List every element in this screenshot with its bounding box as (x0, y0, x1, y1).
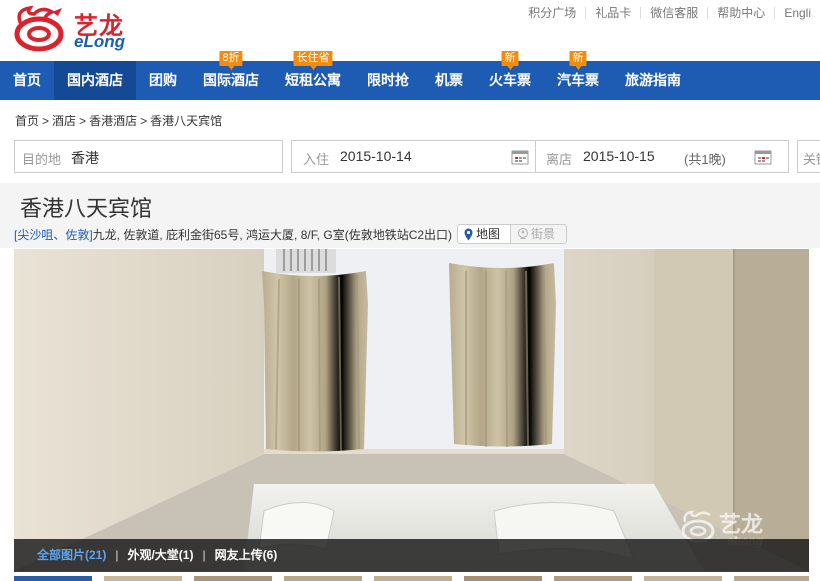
destination-label: 目的地 (22, 152, 62, 167)
destination-value: 香港 (71, 150, 99, 166)
keyword-field[interactable]: 关键 (797, 140, 820, 173)
calendar-icon[interactable] (511, 149, 529, 165)
breadcrumb: 首页 > 酒店 > 香港酒店 > 香港八天宾馆 (15, 112, 222, 129)
nav-train[interactable]: 新火车票 (476, 51, 544, 100)
street-view-label: 街景 (531, 227, 556, 241)
calendar-icon[interactable] (754, 149, 772, 165)
thumbnail[interactable] (14, 576, 92, 581)
nav-flights[interactable]: 机票 (422, 61, 476, 100)
top-links: 积分广场 礼品卡 微信客服 帮助中心 Engli (519, 5, 820, 21)
nav-home[interactable]: 首页 (0, 61, 54, 100)
logo-en-text: eLong (74, 32, 125, 51)
checkout-value: 2015-10-15 (583, 148, 655, 164)
nav-short-rental[interactable]: 长住省 短租公寓 (272, 51, 354, 100)
nav-international-hotels[interactable]: 8折国际酒店 (190, 51, 272, 100)
nav-badge: 长住省 (293, 51, 333, 70)
street-view-button[interactable]: 街景 (511, 224, 567, 244)
nav-label: 国内酒店 (67, 72, 123, 88)
wechat-service-link[interactable]: 微信客服 (640, 7, 707, 19)
thumbnail[interactable] (644, 576, 722, 581)
thumbnail-strip (14, 576, 809, 581)
elong-logo[interactable]: 艺龙 eLong (12, 4, 132, 54)
nights-count: (共1晚) (684, 152, 726, 167)
nav-badge: 新 (501, 51, 519, 70)
street-view-icon (517, 228, 529, 239)
thumbnail[interactable] (374, 576, 452, 581)
thumbnail[interactable] (734, 576, 809, 581)
photo-tab-exterior[interactable]: 外观/大堂(1) (127, 548, 193, 562)
breadcrumb-separator: > (42, 114, 50, 128)
main-nav: 首页 国内酒店 团购 8折 国际酒店 长住省 短租公寓 限时抢 机票 新火车票 新汽… (0, 51, 820, 100)
breadcrumb-separator: > (79, 114, 87, 128)
map-button-label: 地图 (476, 227, 501, 241)
nav-domestic-hotels[interactable]: 国内酒店 (54, 61, 136, 100)
breadcrumb-separator: > (140, 114, 148, 128)
nav-flash-sale[interactable]: 限时抢 (354, 61, 422, 100)
thumbnail[interactable] (284, 576, 362, 581)
nav-label: 火车票 (489, 72, 531, 88)
checkin-label: 入住 (303, 152, 330, 167)
hotel-area-link[interactable]: [尖沙咀、佐敦] (14, 228, 93, 242)
nav-group-buy[interactable]: 团购 (136, 61, 190, 100)
nav-label: 机票 (435, 72, 463, 88)
tab-separator: | (115, 548, 119, 562)
nav-label: 限时抢 (367, 72, 409, 88)
nav-label: 短租公寓 (285, 72, 341, 88)
checkout-field[interactable]: 离店 2015-10-15 (共1晚) (535, 140, 789, 173)
thumbnail[interactable] (464, 576, 542, 581)
checkin-value: 2015-10-14 (340, 148, 412, 164)
nav-travel-guide[interactable]: 旅游指南 (612, 61, 694, 100)
nav-bus[interactable]: 新汽车票 (544, 51, 612, 100)
checkin-field[interactable]: 入住 2015-10-14 (291, 140, 536, 173)
hotel-address: [尖沙咀、佐敦]九龙, 佐敦道, 庇利金街65号, 鸿运大厦, 8/F, G室(… (14, 226, 452, 243)
gift-card-link[interactable]: 礼品卡 (585, 7, 640, 19)
nav-label: 国际酒店 (203, 72, 259, 88)
thumbnail[interactable] (194, 576, 272, 581)
points-mall-link[interactable]: 积分广场 (519, 7, 585, 19)
thumbnail[interactable] (554, 576, 632, 581)
breadcrumb-current: 香港八天宾馆 (150, 114, 223, 128)
top-header: 艺龙 eLong 积分广场 礼品卡 微信客服 帮助中心 Engli (0, 0, 820, 60)
nav-label: 首页 (13, 72, 41, 88)
photo-category-bar: 全部图片(21) | 外观/大堂(1) | 网友上传(6) (14, 539, 809, 572)
photo-tab-user-uploads[interactable]: 网友上传(6) (215, 548, 278, 562)
nav-badge: 新 (569, 51, 587, 70)
thumbnail[interactable] (104, 576, 182, 581)
checkout-label: 离店 (546, 152, 573, 167)
dragon-logo-icon (14, 5, 64, 52)
map-button[interactable]: 地图 (457, 224, 511, 244)
nav-label: 汽车票 (557, 72, 599, 88)
hotel-address-text: 九龙, 佐敦道, 庇利金街65号, 鸿运大厦, 8/F, G室(佐敦地铁站C2出… (92, 228, 453, 242)
destination-field[interactable]: 目的地 香港 (14, 140, 283, 173)
breadcrumb-home[interactable]: 首页 (15, 114, 39, 128)
help-center-link[interactable]: 帮助中心 (707, 7, 774, 19)
nav-label: 团购 (149, 72, 177, 88)
breadcrumb-hk-hotels[interactable]: 香港酒店 (89, 114, 137, 128)
nav-label: 旅游指南 (625, 72, 681, 88)
tab-separator: | (202, 548, 206, 562)
nav-badge: 8折 (219, 51, 243, 70)
map-pin-icon (464, 228, 473, 241)
english-link[interactable]: Engli (774, 7, 820, 19)
hotel-title: 香港八天宾馆 (20, 196, 153, 221)
breadcrumb-hotels[interactable]: 酒店 (52, 114, 76, 128)
photo-tab-all[interactable]: 全部图片(21) (37, 548, 106, 562)
keyword-label: 关键 (803, 152, 820, 167)
